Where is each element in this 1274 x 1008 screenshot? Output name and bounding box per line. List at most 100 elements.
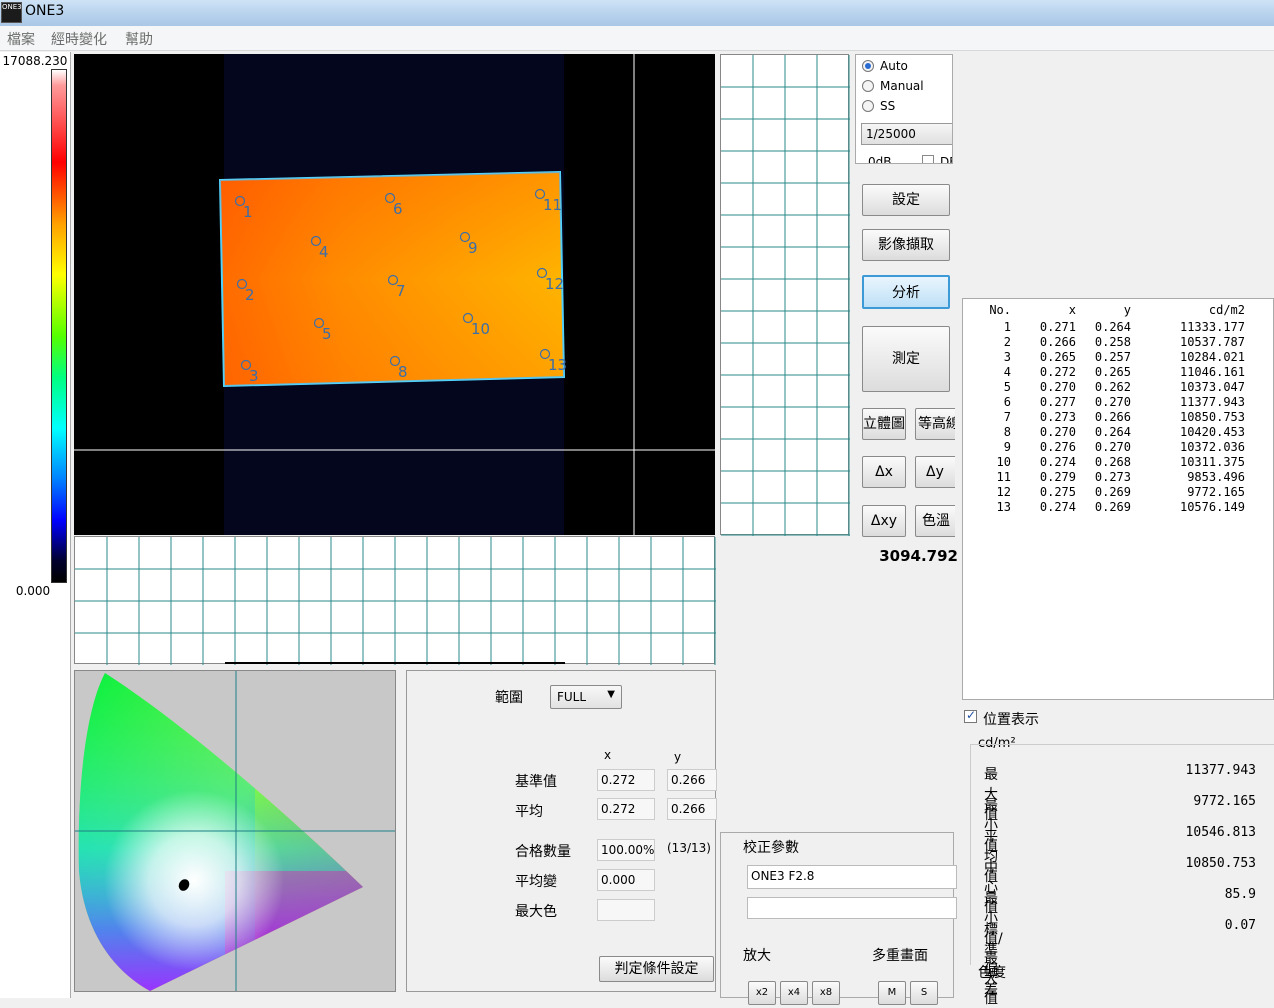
calibration-panel: 校正參數 ONE3 F2.8 放大 多重畫面 x2 x4 x8 M S <box>720 832 957 1005</box>
cell-luminance: 11333.177 <box>1179 320 1245 334</box>
measurement-point-label: 8 <box>398 363 408 381</box>
table-row[interactable]: 8 0.270 0.264 10420.453 <box>963 425 1273 440</box>
summary-panel: ✓ 位置表示 cd/m² 最大值 11377.943 最小值 9772.165 平均值 1… <box>962 704 1274 1007</box>
table-row[interactable]: 3 0.265 0.257 10284.021 <box>963 350 1273 365</box>
table-row[interactable]: 10 0.274 0.268 10311.375 <box>963 455 1273 470</box>
average-label: 平均 <box>515 804 543 820</box>
measure-button[interactable]: 測定 <box>862 326 950 392</box>
measurement-point-label: 2 <box>245 286 255 304</box>
reference-x-field[interactable]: 0.272 <box>597 769 655 791</box>
contour-button[interactable]: 等高線 <box>915 408 955 440</box>
pass-count-value: (13/13) <box>667 841 711 855</box>
radio-ss[interactable] <box>862 100 874 112</box>
measurement-point-label: 10 <box>471 320 490 338</box>
settings-button[interactable]: 設定 <box>862 184 950 216</box>
chevron-down-icon: ▼ <box>952 128 953 138</box>
reference-y-field[interactable]: 0.266 <box>667 769 717 791</box>
position-display-label: 位置表示 <box>983 712 1039 728</box>
position-display-checkbox[interactable]: ✓ <box>964 708 977 723</box>
calibration-secondary-field[interactable] <box>747 897 957 919</box>
zoom-x4-button[interactable]: x4 <box>780 981 808 1005</box>
mode-ss-label: SS <box>880 99 896 113</box>
cell-luminance: 10373.047 <box>1179 380 1245 394</box>
mode-auto[interactable]: Auto <box>862 59 952 75</box>
window-title: ONE3 <box>25 3 65 19</box>
column-y-header: y <box>674 750 682 764</box>
chromaticity-diagram[interactable] <box>74 670 396 992</box>
delta-y-button[interactable]: Δy <box>915 456 955 488</box>
summary-value: 10850.753 <box>1185 856 1256 871</box>
menu-bar: 檔案 經時變化 幫助 <box>0 26 1274 51</box>
range-label: 範圍 <box>495 690 523 706</box>
reference-label: 基準值 <box>515 774 557 790</box>
zoom-x8-button[interactable]: x8 <box>812 981 840 1005</box>
table-row[interactable]: 5 0.270 0.262 10373.047 <box>963 380 1273 395</box>
max-color-label: 最大色 <box>515 904 557 920</box>
range-select-value: FULL <box>557 690 587 704</box>
zoom-x2-button[interactable]: x2 <box>748 981 776 1005</box>
average-change-field: 0.000 <box>597 869 655 891</box>
measurement-point-label: 9 <box>468 239 478 257</box>
pass-rate-field: 100.00% <box>597 839 655 861</box>
statistics-panel: 範圍 FULL ▼ x y 基準值 0.272 0.266 平均 0.272 0… <box>406 670 717 992</box>
cell-luminance: 9853.496 <box>1187 470 1245 484</box>
analyze-button[interactable]: 分析 <box>862 275 950 309</box>
capture-button[interactable]: 影像擷取 <box>862 229 950 261</box>
check-icon: ✓ <box>966 708 977 722</box>
delta-xy-button[interactable]: Δxy <box>862 505 906 537</box>
measurement-point-label: 11 <box>543 196 562 214</box>
exposure-mode-group: Auto Manual SS 1/25000 ▼ 0dB DE <box>855 54 953 164</box>
table-row[interactable]: 6 0.277 0.270 11377.943 <box>963 395 1273 410</box>
menu-help[interactable]: 幫助 <box>125 29 153 49</box>
cell-luminance: 10311.375 <box>1179 455 1245 469</box>
judge-settings-button[interactable]: 判定條件設定 <box>599 956 714 982</box>
cursor-readout: 3094.792 <box>880 547 958 565</box>
delta-y-button-clip: Δy <box>915 456 955 488</box>
average-x-field: 0.272 <box>597 798 655 820</box>
results-table[interactable]: No. x y cd/m2 1 0.271 0.264 11333.177 2 0.266… <box>962 298 1274 700</box>
de-checkbox[interactable] <box>922 155 934 163</box>
mode-manual[interactable]: Manual <box>862 79 952 95</box>
table-row[interactable]: 1 0.271 0.264 11333.177 <box>963 320 1273 335</box>
average-change-label: 平均變 <box>515 874 557 890</box>
zoom-label: 放大 <box>743 948 771 964</box>
table-row[interactable]: 11 0.279 0.273 9853.496 <box>963 470 1273 485</box>
scale-min-value: 0.000 <box>15 584 51 598</box>
menu-time-change[interactable]: 經時變化 <box>51 29 107 49</box>
contour-button-clip: 等高線 <box>915 408 955 440</box>
lens-field[interactable]: ONE3 F2.8 <box>747 865 957 889</box>
table-row[interactable]: 12 0.275 0.269 9772.165 <box>963 485 1273 500</box>
radio-auto[interactable] <box>862 60 874 72</box>
range-select[interactable]: FULL ▼ <box>550 685 622 709</box>
table-row[interactable]: 13 0.274 0.269 10576.149 <box>963 500 1273 515</box>
gain-value: 0dB <box>868 155 892 164</box>
table-row[interactable]: 4 0.272 0.265 11046.161 <box>963 365 1273 380</box>
cell-luminance: 11046.161 <box>1179 365 1245 379</box>
color-temp-button[interactable]: 色溫 <box>915 505 955 537</box>
horizontal-profile-graph <box>74 536 716 665</box>
color-temp-button-clip: 色溫 <box>915 505 955 537</box>
measurement-point-label: 13 <box>548 356 567 374</box>
mode-ss[interactable]: SS <box>862 99 952 115</box>
measurement-point-label: 4 <box>319 243 329 261</box>
solid-view-button[interactable]: 立體圖 <box>862 408 906 440</box>
multi-s-button[interactable]: S <box>910 981 938 1005</box>
luminance-image[interactable]: 1 2 3 4 5 6 7 8 9 10 11 12 13 <box>74 54 715 535</box>
shutter-select[interactable]: 1/25000 ▼ <box>861 123 953 145</box>
table-row[interactable]: 2 0.266 0.258 10537.787 <box>963 335 1273 350</box>
shutter-value: 1/25000 <box>866 127 916 141</box>
color-scale-bar <box>51 69 67 583</box>
radio-manual[interactable] <box>862 80 874 92</box>
summary-value: 0.07 <box>1224 918 1256 933</box>
header-luminance: cd/m2 <box>1208 303 1245 317</box>
cell-luminance: 10537.787 <box>1179 335 1245 349</box>
pass-count-label: 合格數量 <box>515 844 571 860</box>
multi-m-button[interactable]: M <box>878 981 906 1005</box>
measurement-point-label: 3 <box>249 367 259 385</box>
table-row[interactable]: 9 0.276 0.270 10372.036 <box>963 440 1273 455</box>
readout-clip: 3094.792 <box>880 545 958 567</box>
menu-file[interactable]: 檔案 <box>7 29 35 49</box>
preview-area <box>957 54 1274 296</box>
delta-x-button[interactable]: Δx <box>862 456 906 488</box>
table-row[interactable]: 7 0.273 0.266 10850.753 <box>963 410 1273 425</box>
